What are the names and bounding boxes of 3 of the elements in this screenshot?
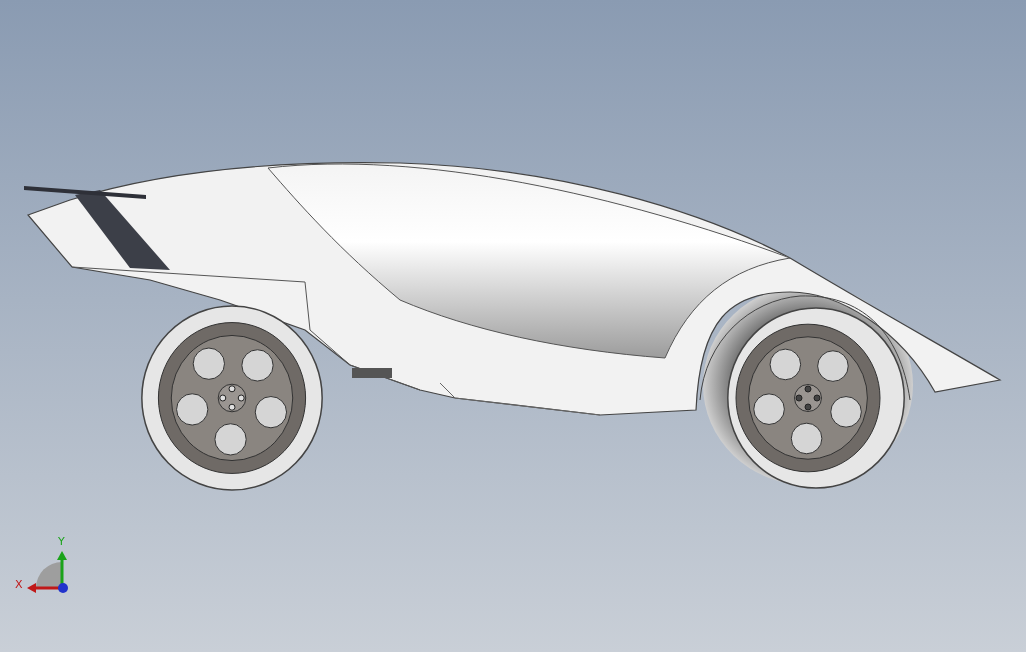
y-axis-label: Y bbox=[58, 535, 65, 548]
x-axis-label: X bbox=[15, 578, 23, 591]
axis-triad-drawing bbox=[27, 551, 68, 593]
